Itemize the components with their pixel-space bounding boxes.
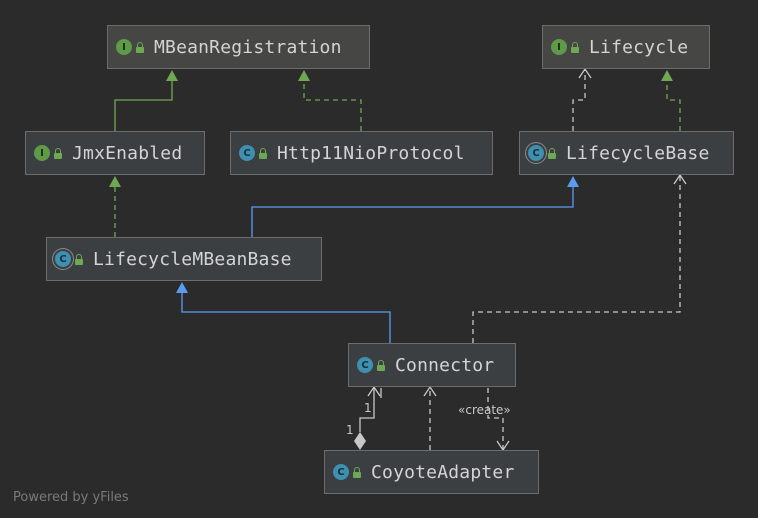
edge-connector-to-lifecyclebase [472, 176, 681, 343]
public-lock-icon [259, 148, 267, 159]
node-http11-nio-protocol[interactable]: C Http11NioProtocol [230, 131, 493, 175]
edge-connector-creates-coyoteadapter [487, 388, 504, 450]
public-lock-icon [136, 42, 144, 53]
node-label: JmxEnabled [72, 142, 183, 164]
aggregation-diamond [354, 432, 366, 450]
node-lifecycle[interactable]: I Lifecycle [542, 25, 710, 69]
interface-icon: I [551, 39, 567, 55]
class-icon: C [333, 464, 349, 480]
edge-lifecyclebase-to-lifecycle-dependency [572, 70, 586, 131]
node-label: MBeanRegistration [154, 36, 342, 58]
public-lock-icon [54, 148, 62, 159]
node-mbean-registration[interactable]: I MBeanRegistration [107, 25, 370, 69]
interface-icon: I [116, 39, 132, 55]
node-lifecycle-mbean-base[interactable]: C LifecycleMBeanBase [46, 237, 322, 281]
class-icon: C [357, 357, 373, 373]
node-coyote-adapter[interactable]: C CoyoteAdapter [324, 450, 539, 494]
node-connector[interactable]: C Connector [348, 343, 516, 387]
node-label: LifecycleMBeanBase [93, 248, 292, 270]
class-icon: C [239, 145, 255, 161]
public-lock-icon [75, 254, 83, 265]
node-label: Lifecycle [589, 36, 689, 58]
edge-jmxenabled-to-mbeanregistration [114, 80, 173, 131]
abstract-class-icon: C [528, 145, 544, 161]
node-label: Http11NioProtocol [277, 142, 465, 164]
create-stereotype-label: «create» [458, 403, 511, 417]
public-lock-icon [571, 42, 579, 53]
arrow-head [661, 70, 673, 81]
node-jmx-enabled[interactable]: I JmxEnabled [25, 131, 205, 175]
arrow-head [109, 176, 121, 187]
multiplicity-label-upper: 1 [364, 401, 372, 415]
public-lock-icon [353, 467, 361, 478]
edge-http11nioprotocol-to-mbeanregistration [303, 80, 362, 131]
edge-connector-to-lifecyclembeanbase [181, 292, 391, 343]
uml-diagram: I MBeanRegistration I Lifecycle I JmxEna… [0, 0, 758, 518]
public-lock-icon [377, 360, 385, 371]
multiplicity-label-lower: 1 [346, 423, 354, 437]
edge-lifecyclebase-to-lifecycle-implements [666, 80, 681, 131]
node-lifecycle-base[interactable]: C LifecycleBase [519, 131, 734, 175]
node-label: CoyoteAdapter [371, 461, 515, 483]
arrow-head [166, 70, 178, 81]
interface-icon: I [34, 145, 50, 161]
abstract-class-icon: C [55, 251, 71, 267]
node-label: LifecycleBase [566, 142, 710, 164]
public-lock-icon [548, 148, 556, 159]
arrow-head [176, 282, 188, 293]
node-label: Connector [395, 354, 495, 376]
edge-lifecyclembeanbase-to-lifecyclebase [251, 186, 574, 237]
arrow-head [298, 70, 310, 81]
yfiles-watermark: Powered by yFiles [13, 490, 129, 505]
arrow-head [567, 176, 579, 187]
